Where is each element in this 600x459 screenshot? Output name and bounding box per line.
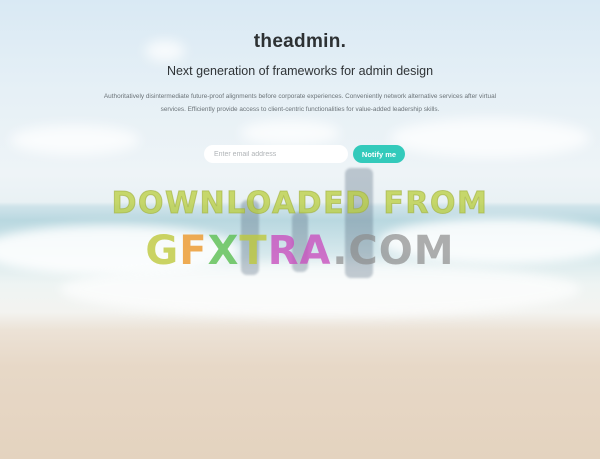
watermark-part: T	[239, 228, 268, 274]
cloud	[390, 118, 590, 158]
cloud	[240, 120, 340, 146]
email-input[interactable]	[204, 145, 348, 163]
notify-me-button[interactable]: Notify me	[353, 145, 405, 163]
watermark-part: .COM	[332, 228, 455, 274]
watermark-part: F	[179, 228, 208, 274]
cloud	[10, 125, 140, 155]
watermark-line1: DOWNLOADED FROM	[111, 186, 489, 222]
hero-description: Authoritatively disintermediate future-p…	[100, 90, 500, 116]
description-line: services. Efficiently provide access to …	[160, 106, 440, 113]
watermark-part: G	[145, 228, 180, 274]
watermark-part: RA	[267, 228, 333, 274]
description-line: Authoritatively disintermediate future-p…	[103, 93, 497, 100]
watermark-line2: GFXTRA.COM	[0, 228, 600, 274]
brand-logo: theadmin.	[253, 31, 347, 52]
watermark-part: X	[207, 228, 240, 274]
hero-tagline: Next generation of frameworks for admin …	[166, 64, 434, 78]
